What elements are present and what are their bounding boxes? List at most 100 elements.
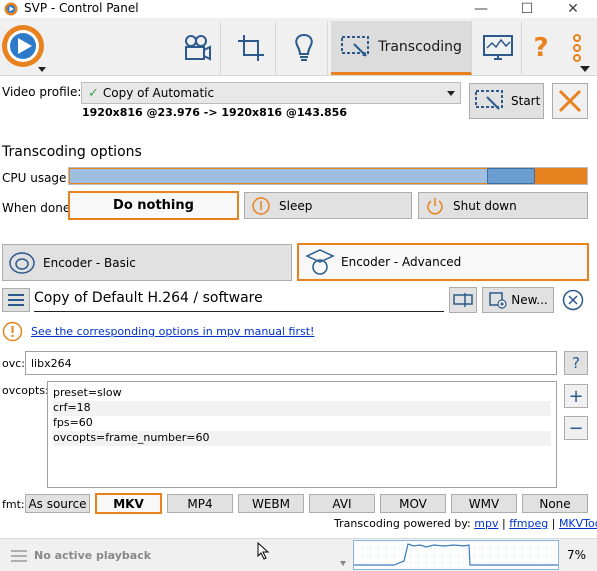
tab-transcoding[interactable]: Transcoding bbox=[331, 21, 472, 75]
do-nothing-button[interactable]: Do nothing bbox=[68, 191, 239, 220]
title-bar: SVP - Control Panel — ☐ ✕ bbox=[0, 0, 597, 18]
status-bar: No active playback 7% bbox=[0, 538, 597, 571]
video-profile-value: Copy of Automatic bbox=[102, 86, 215, 100]
cpu-usage-thumb[interactable] bbox=[487, 168, 535, 184]
transcoding-start-icon bbox=[475, 90, 503, 110]
mkvtoolnix-link[interactable]: MKVToolNix bbox=[559, 517, 597, 530]
warning-icon bbox=[2, 321, 23, 342]
playback-status: No active playback bbox=[34, 549, 152, 562]
encoder-advanced-label: Encoder - Advanced bbox=[341, 255, 462, 269]
monitor-icon bbox=[482, 35, 513, 60]
new-preset-button[interactable]: New... bbox=[482, 287, 554, 313]
add-option-button[interactable]: + bbox=[564, 384, 588, 408]
start-label: Start bbox=[511, 94, 541, 108]
powered-by-label: Transcoding powered by: bbox=[334, 517, 471, 530]
encoder-basic-label: Encoder - Basic bbox=[43, 255, 136, 270]
tab-transcoding-label: Transcoding bbox=[378, 38, 462, 55]
check-icon: ✓ bbox=[88, 85, 99, 101]
transcoding-options-heading: Transcoding options bbox=[2, 144, 142, 160]
sleep-label: Sleep bbox=[279, 198, 313, 213]
fmt-webm-button[interactable]: WEBM bbox=[238, 494, 304, 513]
powered-by-line: Transcoding powered by: mpv | ffmpeg | M… bbox=[334, 517, 597, 530]
window-title: SVP - Control Panel bbox=[24, 1, 139, 15]
mpv-link[interactable]: mpv bbox=[474, 517, 498, 530]
shut-down-button[interactable]: Shut down bbox=[418, 192, 588, 219]
cpu-graph-line bbox=[354, 541, 558, 569]
rename-preset-button[interactable] bbox=[449, 287, 477, 313]
ovcopts-line: fps=60 bbox=[53, 416, 93, 429]
fmt-label: fmt: bbox=[2, 498, 25, 511]
fmt-mp4-button[interactable]: MP4 bbox=[167, 494, 233, 513]
ovcopts-line: crf=18 bbox=[53, 401, 551, 416]
crop-icon bbox=[237, 35, 264, 61]
cpu-usage-label: CPU usage bbox=[2, 171, 67, 185]
cpu-usage-fill bbox=[70, 169, 488, 183]
ffmpeg-link[interactable]: ffmpeg bbox=[509, 517, 548, 530]
ovc-help-button[interactable]: ? bbox=[564, 351, 588, 375]
new-preset-label: New... bbox=[511, 293, 548, 307]
video-profile-label: Video profile: bbox=[2, 85, 82, 99]
powered-separator: | bbox=[551, 517, 556, 530]
sheep-icon bbox=[9, 251, 35, 274]
status-arrow-icon bbox=[340, 561, 346, 566]
close-button[interactable]: ✕ bbox=[550, 0, 596, 18]
encoder-basic-button[interactable]: Encoder - Basic bbox=[2, 244, 292, 281]
ovcopts-textarea[interactable]: preset=slow crf=18 fps=60 ovcopts=frame_… bbox=[47, 381, 557, 488]
svp-logo-icon bbox=[4, 2, 18, 16]
menu-button[interactable] bbox=[562, 22, 592, 76]
vertical-dots-menu-icon bbox=[573, 34, 590, 72]
ovc-label: ovc: bbox=[2, 357, 25, 370]
hamburger-icon bbox=[8, 294, 24, 306]
add-document-icon bbox=[489, 292, 507, 309]
sleep-icon bbox=[252, 196, 270, 215]
powered-separator: | bbox=[501, 517, 506, 530]
fmt-none-button[interactable]: None bbox=[522, 494, 588, 513]
lightbulb-icon bbox=[294, 33, 313, 61]
graduate-icon bbox=[305, 249, 335, 275]
fmt-mkv-button[interactable]: MKV bbox=[95, 493, 162, 514]
video-camera-icon bbox=[184, 35, 211, 61]
minimize-button[interactable]: — bbox=[458, 0, 504, 18]
ovc-input[interactable]: libx264 bbox=[25, 351, 557, 375]
sleep-button[interactable]: Sleep bbox=[244, 192, 412, 219]
fmt-mov-button[interactable]: MOV bbox=[380, 494, 446, 513]
preset-name-field[interactable]: Copy of Default H.264 / software bbox=[34, 287, 444, 312]
stop-button[interactable] bbox=[552, 83, 588, 119]
playlist-icon bbox=[11, 550, 27, 562]
dropdown-arrow-icon bbox=[447, 91, 455, 96]
rename-icon bbox=[453, 293, 473, 307]
cpu-graph bbox=[353, 540, 559, 570]
mpv-manual-link[interactable]: See the corresponding options in mpv man… bbox=[31, 325, 314, 338]
cpu-usage-slider[interactable] bbox=[68, 167, 588, 185]
help-button[interactable]: ? bbox=[524, 21, 558, 75]
transcoding-icon bbox=[341, 35, 370, 57]
delete-circle-icon bbox=[562, 289, 584, 311]
ovcopts-label: ovcopts: bbox=[2, 384, 49, 397]
ovcopts-line: ovcopts=frame_number=60 bbox=[53, 431, 551, 446]
tab-video-camera[interactable] bbox=[173, 21, 221, 75]
mouse-cursor-icon bbox=[257, 542, 270, 560]
encoder-advanced-button[interactable]: Encoder - Advanced bbox=[297, 243, 589, 281]
toolbar: Transcoding ? bbox=[0, 18, 597, 76]
fmt-wmv-button[interactable]: WMV bbox=[451, 494, 517, 513]
maximize-button[interactable]: ☐ bbox=[504, 0, 550, 18]
tab-lightbulb[interactable] bbox=[280, 21, 328, 75]
delete-preset-button[interactable] bbox=[560, 288, 586, 312]
close-x-icon bbox=[558, 89, 582, 113]
svp-logo-large-icon bbox=[2, 25, 46, 72]
fmt-as-source-button[interactable]: As source bbox=[25, 494, 90, 513]
power-icon bbox=[427, 197, 443, 214]
svp-main-menu-button[interactable] bbox=[0, 22, 50, 74]
preset-list-button[interactable] bbox=[2, 288, 30, 312]
remove-option-button[interactable]: − bbox=[564, 416, 588, 440]
ovcopts-line: preset=slow bbox=[53, 386, 122, 399]
video-profile-info: 1920x816 @23.976 -> 1920x816 @143.856 bbox=[82, 106, 347, 119]
tab-monitor[interactable] bbox=[474, 21, 522, 75]
help-icon: ? bbox=[533, 33, 549, 63]
when-done-label: When done bbox=[2, 201, 71, 215]
tab-crop[interactable] bbox=[226, 21, 276, 75]
shut-down-label: Shut down bbox=[453, 198, 517, 213]
video-profile-select[interactable]: ✓ Copy of Automatic bbox=[81, 82, 461, 104]
fmt-avi-button[interactable]: AVI bbox=[309, 494, 375, 513]
start-button[interactable]: Start bbox=[469, 83, 544, 119]
